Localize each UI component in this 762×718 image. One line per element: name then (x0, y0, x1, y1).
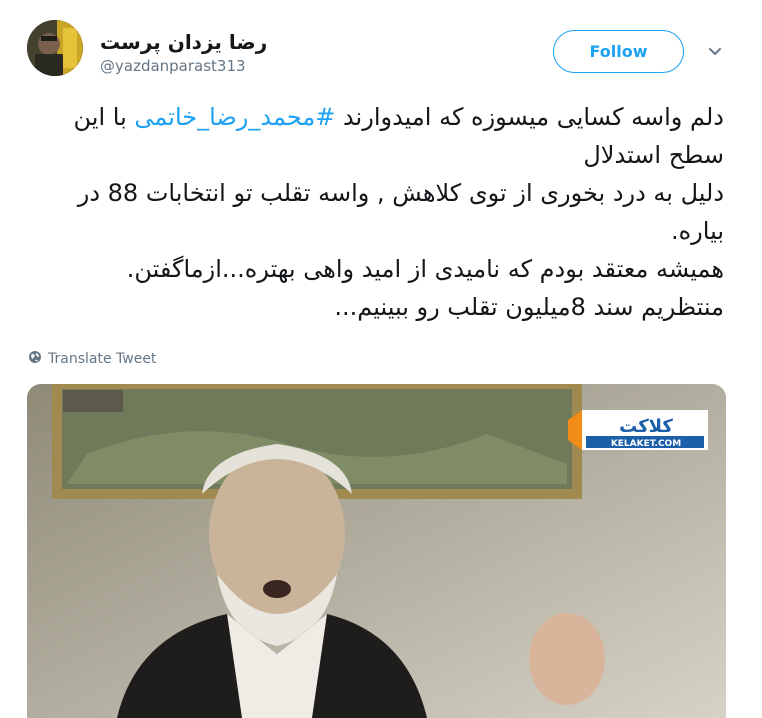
tweet-text: دلم واسه کسایی میسوزه که امیدوارند #محمد… (24, 98, 724, 326)
follow-button[interactable]: Follow (553, 30, 684, 73)
hashtag-link[interactable]: #محمد_رضا_خاتمی (134, 103, 335, 131)
tweet-text-line: منتظریم سند 8میلیون تقلب رو ببینیم... (334, 293, 724, 321)
globe-icon (28, 350, 42, 368)
tweet-text-intro: دلم واسه کسایی میسوزه که امیدوارند (335, 103, 724, 131)
tweet-text-line: دلیل به درد بخوری از توی کلاهش , واسه تق… (77, 179, 724, 245)
translate-tweet-link[interactable]: Translate Tweet (28, 350, 156, 368)
watermark-text: KELAKET.COM (611, 439, 681, 449)
video-thumbnail[interactable]: کلاکت KELAKET.COM (27, 384, 726, 718)
translate-label: Translate Tweet (48, 351, 157, 367)
watermark-brand: کلاکت (619, 416, 673, 437)
kelaket-watermark: کلاکت KELAKET.COM (568, 406, 708, 454)
avatar[interactable] (27, 20, 83, 76)
chevron-down-icon[interactable] (705, 42, 725, 62)
author-handle[interactable]: @yazdanparast313 (100, 57, 246, 75)
author-display-name[interactable]: رضا یزدان پرست (100, 30, 267, 54)
tweet-text-line: همیشه معتقد بودم که نامیدی از امید واهی … (126, 255, 724, 283)
